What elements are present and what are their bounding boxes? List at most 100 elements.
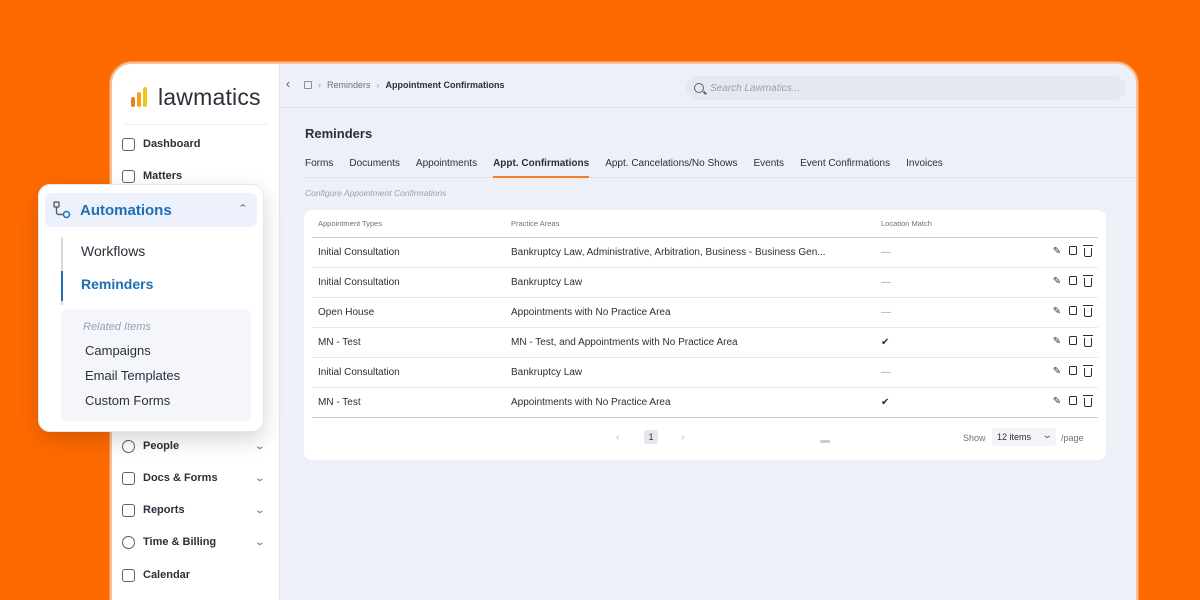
sidebar-item-people[interactable]: People ⌄: [122, 432, 270, 460]
collapse-sidebar-icon[interactable]: ‹: [280, 76, 296, 91]
column-header[interactable]: Location Match: [881, 219, 932, 228]
page-number[interactable]: 1: [644, 430, 658, 444]
sidebar-item-docs-forms[interactable]: Docs & Forms ⌄: [122, 464, 270, 492]
tab-events[interactable]: Events: [753, 154, 784, 178]
submenu-item-workflows[interactable]: Workflows: [81, 243, 145, 259]
sidebar-item-calendar[interactable]: Calendar: [122, 561, 270, 589]
cell-location-match: —: [881, 367, 891, 378]
trash-icon[interactable]: [1083, 245, 1093, 257]
row-actions: ✎: [1052, 365, 1093, 377]
chevron-down-icon: ⌄: [254, 440, 266, 451]
copy-icon[interactable]: [1069, 306, 1077, 315]
submenu-item-reminders[interactable]: Reminders: [81, 276, 153, 292]
tab-appt-cancelations[interactable]: Appt. Cancelations/No Shows: [605, 154, 737, 178]
trash-icon[interactable]: [1083, 275, 1093, 287]
logo-mark-icon: [130, 85, 152, 109]
cell-appointment-type: MN - Test: [318, 337, 361, 348]
edit-icon[interactable]: ✎: [1052, 336, 1062, 347]
tab-forms[interactable]: Forms: [305, 154, 333, 178]
tab-event-confirmations[interactable]: Event Confirmations: [800, 154, 890, 178]
chevron-left-icon[interactable]: ‹: [616, 432, 619, 443]
matters-icon: [122, 169, 135, 183]
tab-documents[interactable]: Documents: [349, 154, 400, 178]
row-actions: ✎: [1052, 395, 1093, 407]
edit-icon[interactable]: ✎: [1052, 306, 1062, 317]
table-row[interactable]: Open House Appointments with No Practice…: [312, 298, 1098, 328]
breadcrumb: › Reminders › Appointment Confirmations: [304, 80, 505, 90]
page-size-select[interactable]: 12 items ⌄: [992, 428, 1056, 446]
confirmations-table: Appointment Types Practice Areas Locatio…: [304, 210, 1106, 460]
trash-icon[interactable]: [1083, 365, 1093, 377]
time-billing-icon: [122, 535, 135, 549]
table-row[interactable]: Initial Consultation Bankruptcy Law — ✎: [312, 268, 1098, 298]
home-icon[interactable]: [304, 81, 312, 89]
copy-icon[interactable]: [1069, 366, 1077, 375]
sidebar-item-reports[interactable]: Reports ⌄: [122, 496, 270, 524]
related-item-email-templates[interactable]: Email Templates: [85, 368, 180, 383]
column-header[interactable]: Appointment Types: [318, 219, 382, 228]
chevron-up-icon[interactable]: ⌃: [238, 203, 249, 214]
cell-appointment-type: Initial Consultation: [318, 367, 400, 378]
chevron-down-icon: ⌄: [254, 504, 266, 515]
row-actions: ✎: [1052, 275, 1093, 287]
search-input[interactable]: [710, 82, 1090, 94]
copy-icon[interactable]: [1069, 396, 1077, 405]
copy-icon[interactable]: [1069, 336, 1077, 345]
cell-location-match: ✔: [881, 337, 890, 348]
per-page-label: /page: [1061, 433, 1084, 443]
trash-icon[interactable]: [1083, 335, 1093, 347]
table-row[interactable]: MN - Test Appointments with No Practice …: [312, 388, 1098, 418]
tab-invoices[interactable]: Invoices: [906, 154, 943, 178]
related-item-custom-forms[interactable]: Custom Forms: [85, 393, 170, 408]
cell-practice-areas: Bankruptcy Law: [511, 277, 583, 288]
table-row[interactable]: MN - Test MN - Test, and Appointments wi…: [312, 328, 1098, 358]
breadcrumb-item[interactable]: Reminders: [327, 80, 371, 90]
sidebar-item-label: Calendar: [143, 569, 191, 581]
edit-icon[interactable]: ✎: [1052, 276, 1062, 287]
row-actions: ✎: [1052, 335, 1093, 347]
search-bar[interactable]: [686, 76, 1126, 100]
cell-location-match: —: [881, 247, 891, 258]
search-icon: [694, 83, 704, 93]
sidebar-item-label: People: [143, 440, 180, 452]
edit-icon[interactable]: ✎: [1052, 366, 1062, 377]
sidebar-item-label: Reports: [143, 504, 185, 516]
app-window: lawmatics Dashboard Matters People ⌄ Doc…: [110, 62, 1138, 600]
copy-icon[interactable]: [1069, 246, 1077, 255]
cell-practice-areas: MN - Test, and Appointments with No Prac…: [511, 337, 738, 348]
scroll-indicator: [820, 440, 830, 443]
edit-icon[interactable]: ✎: [1052, 246, 1062, 257]
trash-icon[interactable]: [1083, 395, 1093, 407]
brand-name: lawmatics: [158, 83, 261, 110]
sidebar-item-dashboard[interactable]: Dashboard: [122, 130, 270, 158]
tab-appointments[interactable]: Appointments: [416, 154, 477, 178]
breadcrumb-current: Appointment Confirmations: [385, 80, 505, 90]
cell-practice-areas: Bankruptcy Law: [511, 367, 583, 378]
edit-icon[interactable]: ✎: [1052, 396, 1062, 407]
table-row[interactable]: Initial Consultation Bankruptcy Law, Adm…: [312, 238, 1098, 268]
calendar-icon: [122, 568, 135, 582]
page-size-value: 12 items: [997, 432, 1032, 442]
sidebar-item-label: Matters: [143, 170, 183, 182]
chevron-right-icon: ›: [318, 80, 321, 90]
cell-appointment-type: Initial Consultation: [318, 277, 400, 288]
chevron-right-icon: ›: [376, 80, 380, 90]
reports-icon: [122, 503, 135, 517]
related-item-campaigns[interactable]: Campaigns: [85, 343, 151, 358]
automations-menu-header[interactable]: Automations ⌃: [45, 193, 257, 227]
table-row[interactable]: Initial Consultation Bankruptcy Law — ✎: [312, 358, 1098, 388]
sidebar-item-time-billing[interactable]: Time & Billing ⌄: [122, 528, 270, 556]
people-icon: [122, 439, 135, 453]
tab-appt-confirmations[interactable]: Appt. Confirmations: [493, 154, 590, 178]
copy-icon[interactable]: [1069, 276, 1077, 285]
column-header[interactable]: Practice Areas: [511, 219, 559, 228]
brand-logo[interactable]: lawmatics: [130, 80, 261, 114]
chevron-right-icon[interactable]: ›: [681, 432, 684, 443]
cell-location-match: ✔: [881, 397, 890, 408]
cell-location-match: —: [881, 307, 891, 318]
row-actions: ✎: [1052, 305, 1093, 317]
trash-icon[interactable]: [1083, 305, 1093, 317]
chevron-down-icon: ⌄: [254, 472, 266, 483]
cell-practice-areas: Appointments with No Practice Area: [511, 397, 671, 408]
active-indicator: [61, 271, 63, 301]
